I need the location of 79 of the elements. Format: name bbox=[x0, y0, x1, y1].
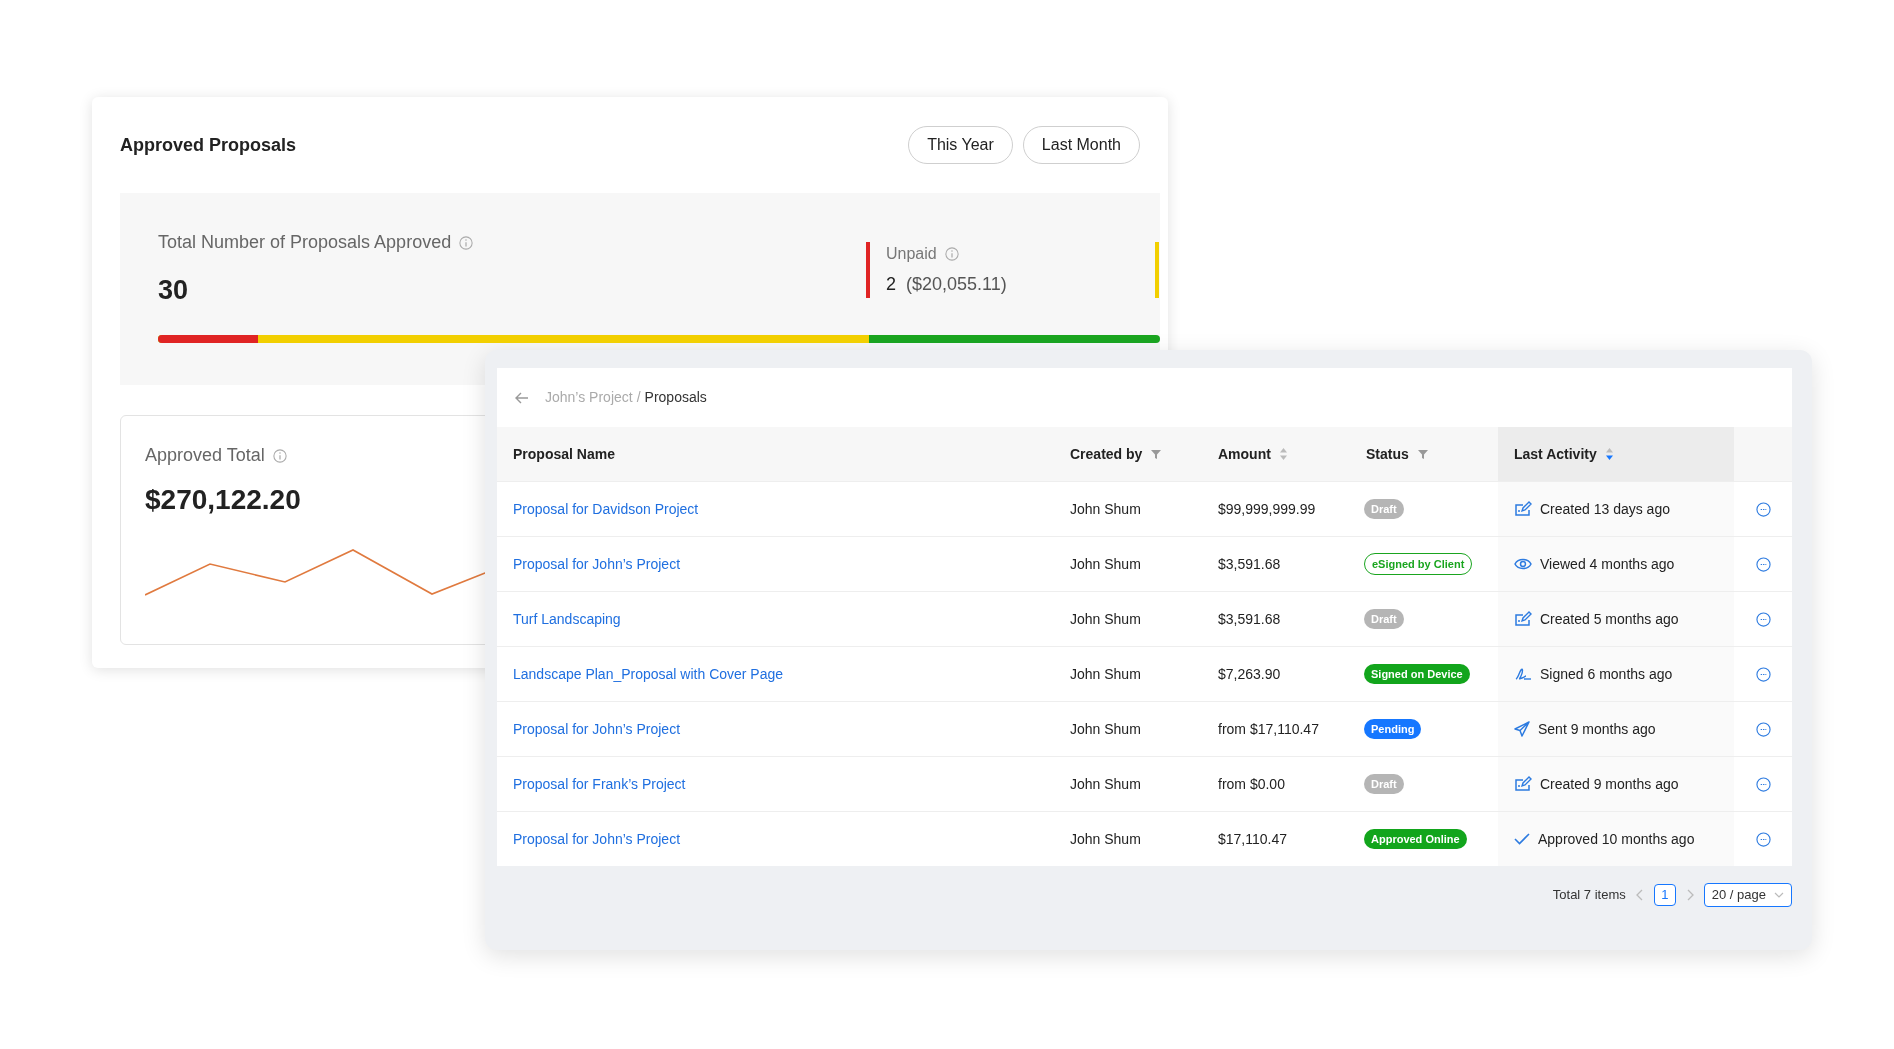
edit-icon bbox=[1514, 501, 1532, 517]
creator-text: John Shum bbox=[1070, 774, 1141, 794]
proposal-link[interactable]: Proposal for Frank’s Project bbox=[513, 773, 686, 795]
column-header[interactable]: Amount bbox=[1202, 427, 1350, 481]
activity-text: Created 9 months ago bbox=[1540, 774, 1679, 794]
paper-plane-icon bbox=[1514, 721, 1530, 737]
activity-text: Signed 6 months ago bbox=[1540, 664, 1673, 684]
back-arrow-icon[interactable] bbox=[515, 391, 529, 404]
amount-text: $3,591.68 bbox=[1218, 554, 1281, 574]
activity-text: Created 13 days ago bbox=[1540, 499, 1670, 519]
status-badge: Draft bbox=[1364, 773, 1404, 795]
card-title: Approved Proposals bbox=[120, 133, 297, 157]
amount-text: from $0.00 bbox=[1218, 774, 1285, 794]
total-items-text: Total 7 items bbox=[1552, 886, 1626, 905]
proposal-link[interactable]: Proposal for Davidson Project bbox=[513, 498, 699, 520]
column-header[interactable]: Status bbox=[1350, 427, 1498, 481]
check-icon bbox=[1514, 833, 1530, 845]
amount-text: from $17,110.47 bbox=[1218, 719, 1319, 739]
eye-icon bbox=[1514, 557, 1532, 571]
creator-text: John Shum bbox=[1070, 609, 1141, 629]
breadcrumb-current: Proposals bbox=[644, 388, 707, 407]
more-options-icon[interactable] bbox=[1755, 831, 1771, 847]
activity-text: Created 5 months ago bbox=[1540, 609, 1679, 629]
amount-text: $17,110.47 bbox=[1218, 829, 1288, 849]
creator-text: John Shum bbox=[1070, 499, 1141, 519]
unpaid-marker bbox=[866, 242, 870, 298]
period-button[interactable]: Last Month bbox=[1022, 126, 1140, 164]
column-header[interactable]: Created by bbox=[1054, 427, 1202, 481]
filter-icon[interactable] bbox=[1416, 448, 1429, 460]
proposal-link[interactable]: Proposal for John’s Project bbox=[513, 718, 681, 740]
status-badge: Draft bbox=[1364, 498, 1404, 520]
period-button[interactable]: This Year bbox=[908, 126, 1013, 164]
proposal-link[interactable]: Proposal for John’s Project bbox=[513, 828, 681, 850]
signature-icon bbox=[1514, 667, 1532, 681]
column-header[interactable]: Proposal Name bbox=[497, 427, 1054, 481]
activity-text: Viewed 4 months ago bbox=[1540, 554, 1675, 574]
proposal-link[interactable]: Proposal for John’s Project bbox=[513, 553, 681, 575]
sort-icon[interactable] bbox=[1604, 447, 1614, 461]
more-options-icon[interactable] bbox=[1755, 721, 1771, 737]
proposal-link[interactable]: Turf Landscaping bbox=[513, 608, 621, 630]
stat-label: Unpaid bbox=[886, 244, 937, 264]
stat-label: Total Number of Proposals Approved bbox=[158, 231, 452, 254]
creator-text: John Shum bbox=[1070, 829, 1141, 849]
stat-label: Approved Total bbox=[145, 444, 265, 467]
stat-value: 2 bbox=[886, 273, 896, 296]
stat-value: 30 bbox=[158, 274, 189, 307]
chevron-down-icon bbox=[1774, 892, 1784, 898]
info-icon bbox=[459, 235, 474, 250]
more-options-icon[interactable] bbox=[1755, 666, 1771, 682]
creator-text: John Shum bbox=[1070, 719, 1141, 739]
activity-text: Approved 10 months ago bbox=[1538, 829, 1695, 849]
status-badge: eSigned by Client bbox=[1364, 552, 1473, 576]
edit-icon bbox=[1514, 611, 1532, 627]
more-options-icon[interactable] bbox=[1755, 501, 1771, 517]
partial-marker bbox=[1155, 242, 1159, 298]
stat-amount: ($20,055.11) bbox=[906, 273, 1007, 296]
filter-icon[interactable] bbox=[1150, 448, 1163, 460]
page-button[interactable]: 1 bbox=[1653, 884, 1676, 906]
more-options-icon[interactable] bbox=[1755, 556, 1771, 572]
creator-text: John Shum bbox=[1070, 664, 1141, 684]
status-badge: Draft bbox=[1364, 608, 1404, 630]
status-badge: Signed on Device bbox=[1364, 663, 1470, 685]
amount-text: $7,263.90 bbox=[1218, 664, 1281, 684]
column-header[interactable]: Last Activity bbox=[1498, 427, 1734, 481]
edit-icon bbox=[1514, 776, 1532, 792]
creator-text: John Shum bbox=[1070, 554, 1141, 574]
info-icon bbox=[272, 448, 287, 463]
stat-value: $270,122.20 bbox=[145, 483, 301, 517]
info-icon bbox=[944, 247, 959, 261]
breadcrumb-separator: / bbox=[636, 388, 641, 407]
amount-text: $99,999,999.99 bbox=[1218, 499, 1316, 519]
proposal-link[interactable]: Landscape Plan_Proposal with Cover Page bbox=[513, 663, 784, 685]
more-options-icon[interactable] bbox=[1755, 611, 1771, 627]
status-badge: Approved Online bbox=[1364, 828, 1467, 850]
more-options-icon[interactable] bbox=[1755, 776, 1771, 792]
status-badge: Pending bbox=[1364, 718, 1422, 740]
page-size-select[interactable]: 20 / page bbox=[1703, 883, 1792, 907]
amount-text: $3,591.68 bbox=[1218, 609, 1281, 629]
activity-text: Sent 9 months ago bbox=[1538, 719, 1656, 739]
